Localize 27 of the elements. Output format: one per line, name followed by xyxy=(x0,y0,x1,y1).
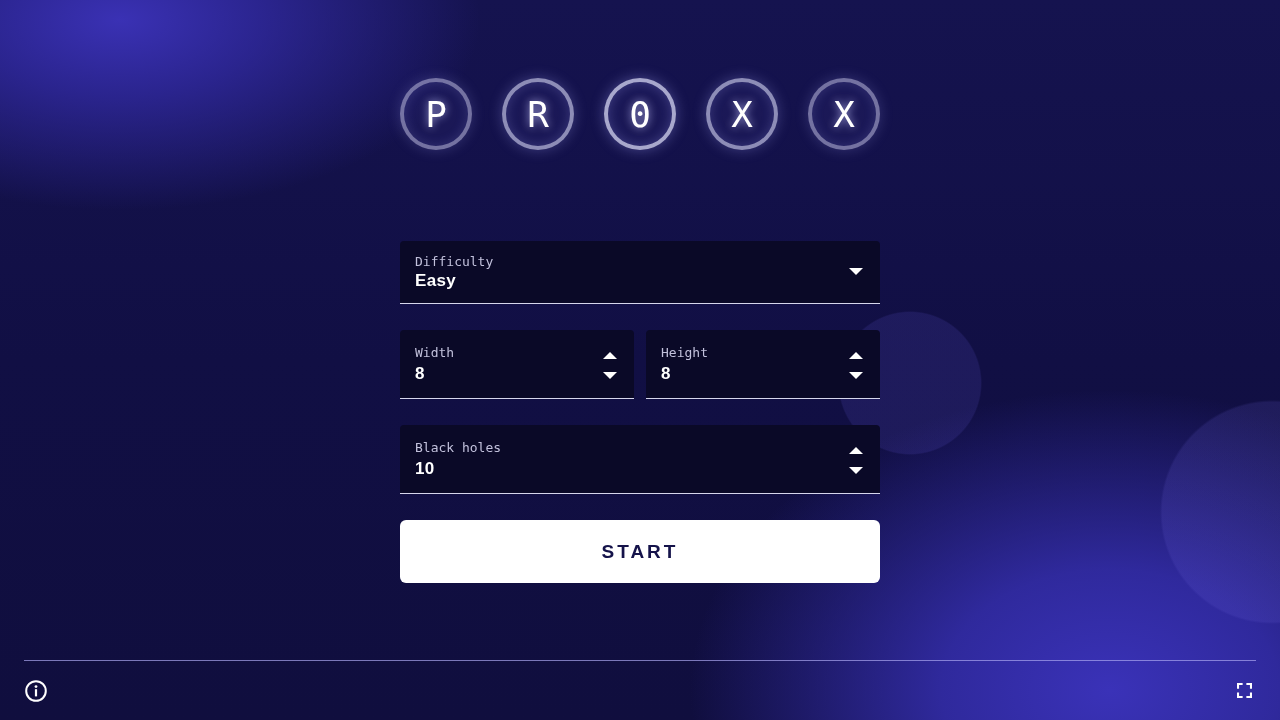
number-field[interactable]: Black holes 10 xyxy=(400,425,880,494)
logo-letter: X xyxy=(808,78,880,150)
caret-up-icon[interactable] xyxy=(849,351,863,359)
logo-letter: 0 xyxy=(604,78,676,150)
caret-up-icon[interactable] xyxy=(849,446,863,454)
number-field[interactable]: Width 8 xyxy=(400,330,634,399)
field-label: Black holes xyxy=(415,440,502,456)
logo-letter: P xyxy=(400,78,472,150)
logo-letter: X xyxy=(706,78,778,150)
number-field[interactable]: Height 8 xyxy=(646,330,880,399)
field-value: Easy xyxy=(415,270,457,292)
caret-down-icon[interactable] xyxy=(849,267,863,275)
caret-up-icon[interactable] xyxy=(603,351,617,359)
caret-down-icon[interactable] xyxy=(849,466,863,474)
field-label: Height xyxy=(661,345,708,361)
field-value: 8 xyxy=(661,363,672,385)
field-value: 8 xyxy=(415,363,426,385)
select-field[interactable]: Difficulty Easy xyxy=(400,241,880,304)
field-value: 10 xyxy=(415,458,436,480)
caret-down-icon[interactable] xyxy=(849,371,863,379)
info-icon[interactable] xyxy=(25,679,47,702)
logo-letter: R xyxy=(502,78,574,150)
fullscreen-icon[interactable] xyxy=(1237,683,1252,698)
field-label: Difficulty xyxy=(415,254,494,270)
start-button[interactable]: START xyxy=(400,520,880,583)
field-label: Width xyxy=(415,345,455,361)
caret-down-icon[interactable] xyxy=(603,371,617,379)
